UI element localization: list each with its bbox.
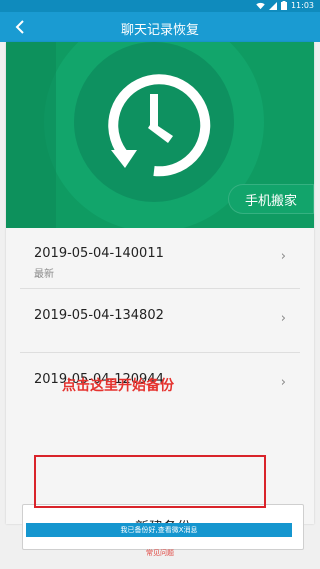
chevron-right-icon: › [280, 375, 286, 390]
backup-row[interactable]: 2019-05-04-134802 › [20, 290, 300, 346]
clock-restore-icon [108, 74, 211, 177]
battery-icon [280, 1, 287, 10]
app-bar: 聊天记录恢复 [0, 12, 320, 42]
annotation-text: 点击这里开始备份 [62, 378, 174, 394]
tag-label: 手机搬家 [244, 193, 297, 209]
status-time: 11:03 [290, 1, 314, 10]
status-bar: 11:03 [0, 0, 320, 12]
wifi-icon [256, 2, 265, 9]
chevron-right-icon: › [280, 249, 286, 264]
signal-icon [268, 1, 277, 10]
page-title: 聊天记录恢复 [120, 23, 199, 38]
chevron-right-icon: › [280, 311, 286, 326]
divider [20, 288, 300, 289]
view-messages-banner[interactable]: 我已备份好,查看微X消息 [26, 523, 292, 537]
phone-transfer-tag[interactable]: 手机搬家 [228, 184, 314, 214]
backup-row[interactable]: 2019-05-04-140011 最新 › [20, 228, 300, 284]
content-card: 手机搬家 2019-05-04-140011 最新 › 2019-05-04-1… [6, 42, 314, 550]
status-icons: 11:03 [256, 1, 314, 10]
backup-latest-label: 最新 [34, 269, 54, 280]
faq-link[interactable]: 常见问题 [0, 548, 320, 558]
backup-date: 2019-05-04-140011 [34, 246, 164, 261]
backup-date: 2019-05-04-134802 [34, 308, 164, 323]
annotation-highlight-box [34, 455, 266, 508]
hero-banner: 手机搬家 [6, 42, 314, 228]
divider [20, 352, 300, 353]
